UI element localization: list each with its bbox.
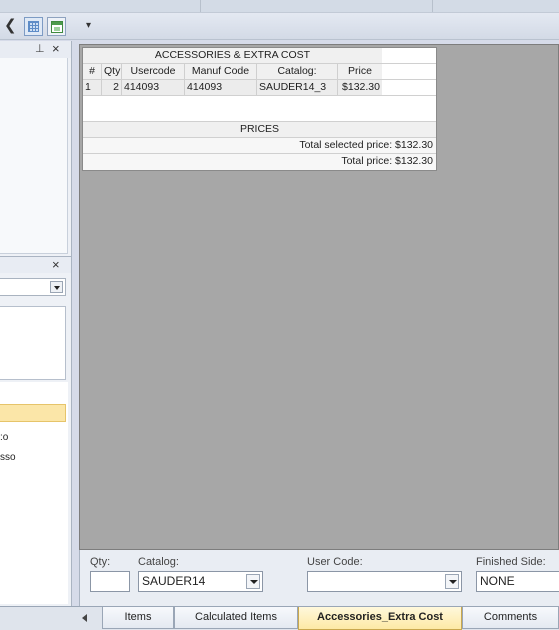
row-price: $132.30 [338,80,382,95]
usercode-label: User Code: [307,556,363,568]
close-icon[interactable]: × [52,257,60,273]
column-header[interactable]: Usercode [122,64,185,79]
finished-side-select[interactable]: NONE [476,571,559,592]
chevron-down-icon[interactable] [246,574,260,589]
accessories-table: ACCESSORIES & EXTRA COST # Qty: Usercode… [82,47,437,171]
catalog-value: SAUDER14 [142,574,206,588]
top-strip [0,0,559,13]
finished-side-label: Finished Side: [476,556,546,568]
pane-body-top [0,58,68,254]
tab-items[interactable]: Items [102,607,174,629]
column-header[interactable]: Manuf Code [185,64,257,79]
item-entry-form: Qty: Catalog: SAUDER14 User Code: Finish… [79,550,559,606]
pin-icon[interactable]: ⊥ [35,42,45,55]
pane-dropdown[interactable] [0,278,66,296]
usercode-select[interactable] [307,571,462,592]
chevron-left-icon[interactable]: ❮ [4,16,17,36]
qty-label: Qty: [90,556,111,568]
pane-header-bottom: × [0,256,71,273]
window-icon [51,21,63,33]
table-title-row: ACCESSORIES & EXTRA COST [83,48,436,64]
table-row[interactable]: 1 2 414093 414093 SAUDER14_3 $132.30 [83,80,436,96]
column-header-row: # Qty: Usercode Manuf Code Catalog: Pric… [83,64,436,80]
column-header[interactable]: Qty: [102,64,122,79]
chevron-down-icon[interactable] [50,281,63,293]
toolbar-overflow-icon[interactable]: ▾ [86,17,91,35]
tab-scroll-left-icon[interactable] [82,614,87,622]
tab-strip: Items Calculated Items Accessories_Extra… [0,606,559,630]
column-header[interactable]: Price [338,64,382,79]
chevron-down-icon[interactable] [445,574,459,589]
column-header[interactable]: Catalog: [257,64,338,79]
pane-list-box[interactable] [0,306,66,380]
top-separator [432,0,433,12]
row-manuf-code: 414093 [185,80,257,95]
row-usercode: 414093 [122,80,185,95]
catalog-label: Catalog: [138,556,179,568]
toolbar: ❮ ▾ [0,13,559,40]
left-dock-panel: ⊥ × × :o sso [0,41,72,606]
total-selected-price: Total selected price: $132.30 [83,138,436,154]
tree-item[interactable]: :o [0,432,8,443]
tab-comments[interactable]: Comments [462,607,559,629]
row-catalog: SAUDER14_3 [257,80,338,95]
window-view-button[interactable] [47,17,66,36]
tree-item[interactable]: sso [0,452,16,463]
blank-row [83,96,436,122]
tab-calculated-items[interactable]: Calculated Items [174,607,298,629]
selected-tree-row[interactable] [0,404,66,422]
workspace-area: ACCESSORIES & EXTRA COST # Qty: Usercode… [79,44,559,550]
tab-accessories-extra-cost[interactable]: Accessories_Extra Cost [298,607,462,630]
close-icon[interactable]: × [52,41,60,57]
catalog-select[interactable]: SAUDER14 [138,571,263,592]
row-qty: 2 [102,80,122,95]
total-price: Total price: $132.30 [83,154,436,170]
prices-title: PRICES [83,122,436,138]
qty-input[interactable] [90,571,130,592]
column-header[interactable]: # [83,64,102,79]
pane-header-top: ⊥ × [0,41,71,58]
top-separator [200,0,201,12]
grid-icon [28,21,39,32]
table-title: ACCESSORIES & EXTRA COST [83,48,382,63]
grid-view-button[interactable] [24,17,43,36]
row-number: 1 [83,80,102,95]
